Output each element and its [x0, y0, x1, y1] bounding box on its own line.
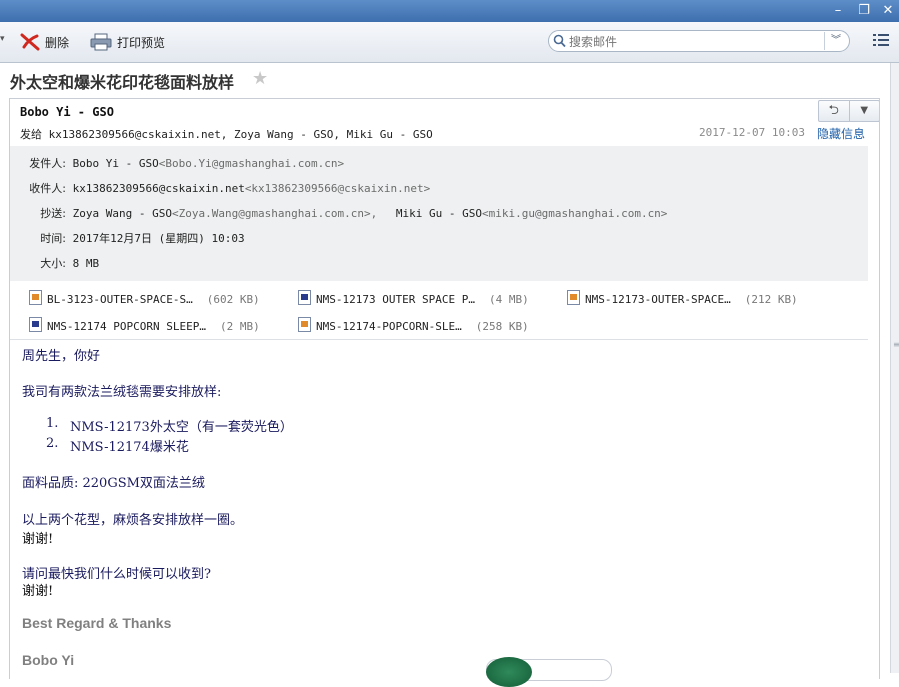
list-item: NMS-12173外太空（有一套荧光色） [70, 420, 293, 435]
time-label: 时间: [40, 232, 66, 245]
message-details-panel: 发件人: Bobo Yi - GSO<Bobo.Yi@gmashanghai.c… [10, 146, 868, 281]
attachment-item[interactable]: NMS-12173 OUTER SPACE P… (4 MB) [298, 290, 529, 306]
attachment-size: (2 MB) [219, 320, 260, 333]
delete-label: 删除 [45, 35, 70, 50]
attachment-item[interactable]: NMS-12174-POPCORN-SLE… (258 KB) [298, 317, 529, 333]
details-cc-row: 抄送: Zoya Wang - GSO<Zoya.Wang@gmashangha… [16, 205, 667, 221]
message-subject: 外太空和爆米花印花毯面料放样 [10, 73, 235, 92]
from-address: <Bobo.Yi@gmashanghai.com.cn> [158, 157, 345, 170]
to-address: <kx13862309566@cskaixin.net> [244, 182, 431, 195]
delete-icon [20, 33, 40, 51]
document-file-icon [298, 290, 311, 305]
attachment-item[interactable]: BL-3123-OUTER-SPACE-S… (602 KB) [29, 290, 260, 306]
restore-icon[interactable]: ❐ [855, 2, 873, 20]
attachment-name: NMS-12174-POPCORN-SLE… [316, 320, 462, 333]
image-file-icon [29, 290, 42, 305]
mail-toolbar: ▾ 删除 打印预览 ︾ [0, 22, 899, 63]
body-line: 以上两个花型，麻烦各安排放样一圈。 [22, 513, 244, 528]
attachment-name: NMS-12173-OUTER-SPACE… [585, 293, 731, 306]
image-file-icon [567, 290, 580, 305]
cc2-name[interactable]: Miki Gu - GSO [396, 207, 482, 220]
attachment-size: (602 KB) [206, 293, 260, 306]
cc2-address: <miki.gu@gmashanghai.com.cn> [482, 207, 668, 220]
attachment-name: NMS-12173 OUTER SPACE P… [316, 293, 475, 306]
close-icon[interactable]: ✕ [879, 2, 897, 20]
search-options-chevron-icon[interactable]: ︾ [824, 32, 847, 50]
app-badge-icon[interactable] [486, 657, 532, 687]
to-name[interactable]: kx13862309566@cskaixin.net [73, 182, 245, 195]
window-title-bar: – ❐ ✕ [0, 0, 899, 22]
search-box[interactable]: ︾ [548, 30, 850, 52]
print-preview-label: 打印预览 [117, 35, 166, 50]
list-number: 2. [46, 436, 59, 451]
scroll-grip-icon[interactable]: ≡ [893, 340, 899, 349]
star-icon[interactable]: ★ [252, 68, 268, 89]
signature-name: Bobo Yi [22, 652, 75, 668]
dropdown-arrow-icon[interactable]: ▾ [0, 34, 5, 44]
reply-arrow-icon[interactable]: ⮌ [819, 101, 849, 121]
details-to-row: 收件人: kx13862309566@cskaixin.net<kx138623… [16, 180, 430, 196]
send-to-prefix: 发给 [20, 128, 42, 141]
body-greeting: 周先生，你好 [22, 349, 101, 364]
signature-regards: Best Regard & Thanks [22, 615, 172, 631]
body-line: 面料品质: 220GSM双面法兰绒 [22, 476, 205, 491]
more-actions-chevron-icon[interactable]: ▼ [848, 101, 880, 121]
cc-label: 抄送: [40, 207, 66, 220]
attachment-size: (212 KB) [744, 293, 798, 306]
print-preview-button[interactable]: 打印预览 [90, 31, 165, 53]
details-from-row: 发件人: Bobo Yi - GSO<Bobo.Yi@gmashanghai.c… [16, 155, 344, 171]
attachment-size: (258 KB) [475, 320, 529, 333]
sender-name[interactable]: Bobo Yi - GSO [20, 105, 114, 119]
details-size-row: 大小: 8 MB [16, 255, 99, 271]
attachments-area: BL-3123-OUTER-SPACE-S… (602 KB) NMS-12173… [10, 281, 868, 340]
attachment-item[interactable]: NMS-12173-OUTER-SPACE… (212 KB) [567, 290, 798, 306]
cc1-address: <Zoya.Wang@gmashanghai.com.cn>, [171, 207, 378, 220]
attachment-name: NMS-12174 POPCORN SLEEP… [47, 320, 206, 333]
image-file-icon [298, 317, 311, 332]
time-value: 2017年12月7日 (星期四) 10:03 [72, 232, 245, 245]
size-label: 大小: [40, 257, 66, 270]
from-name[interactable]: Bobo Yi - GSO [73, 157, 159, 170]
message-view: 外太空和爆米花印花毯面料放样 ★ Bobo Yi - GSO 发给 kx1386… [0, 63, 890, 687]
body-line: 我司有两款法兰绒毯需要安排放样: [22, 385, 222, 400]
attachment-name: BL-3123-OUTER-SPACE-S… [47, 293, 193, 306]
document-file-icon [29, 317, 42, 332]
list-number: 1. [46, 416, 59, 431]
search-icon [553, 34, 566, 48]
message-date: 2017-12-07 10:03 [699, 126, 805, 139]
body-line: 谢谢! [22, 532, 54, 547]
reply-button-group: ⮌ ▼ [818, 100, 880, 122]
cc1-name[interactable]: Zoya Wang - GSO [73, 207, 172, 220]
search-input[interactable] [567, 33, 821, 51]
hide-info-link[interactable]: 隐藏信息 [817, 125, 865, 142]
send-to-recipients[interactable]: kx13862309566@cskaixin.net, Zoya Wang - … [49, 128, 433, 141]
body-line: 谢谢! [22, 584, 54, 599]
vertical-scrollbar[interactable] [890, 63, 899, 673]
minimize-icon[interactable]: – [829, 2, 847, 20]
send-to-line: 发给 kx13862309566@cskaixin.net, Zoya Wang… [20, 126, 433, 142]
list-item: NMS-12174爆米花 [70, 440, 189, 455]
details-time-row: 时间: 2017年12月7日 (星期四) 10:03 [16, 230, 245, 246]
delete-button[interactable]: 删除 [20, 31, 69, 53]
size-value: 8 MB [72, 257, 100, 270]
attachment-item[interactable]: NMS-12174 POPCORN SLEEP… (2 MB) [29, 317, 260, 333]
printer-icon [90, 33, 112, 51]
menu-list-icon[interactable] [872, 32, 890, 51]
to-label: 收件人: [29, 182, 66, 195]
from-label: 发件人: [29, 157, 66, 170]
attachment-size: (4 MB) [488, 293, 529, 306]
